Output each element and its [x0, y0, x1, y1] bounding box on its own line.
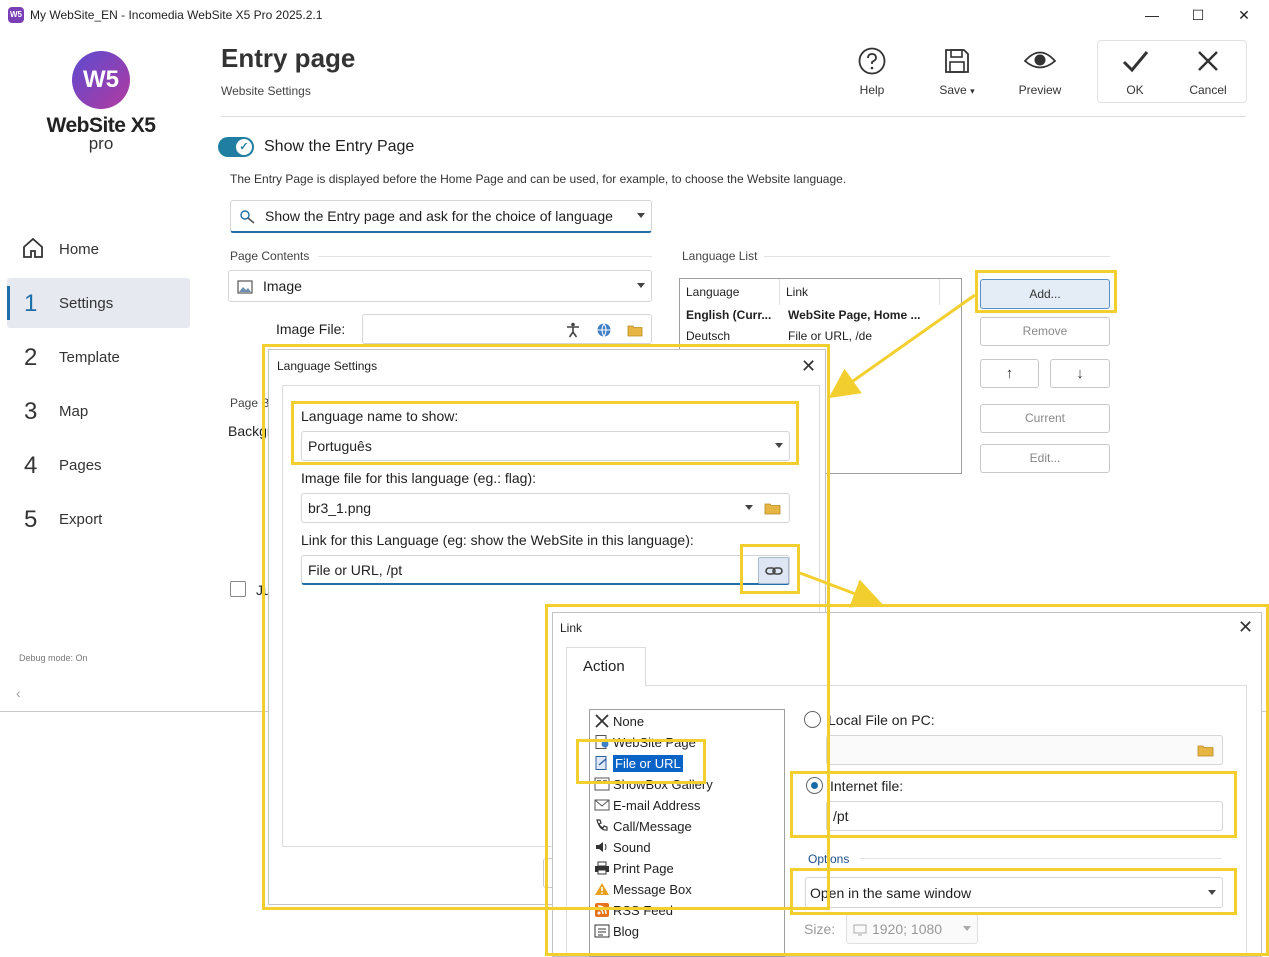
- arrow-link-to-dialog: [799, 571, 883, 608]
- annotation-arrows: [799, 293, 976, 608]
- arrow-add-to-dialog: [828, 293, 976, 399]
